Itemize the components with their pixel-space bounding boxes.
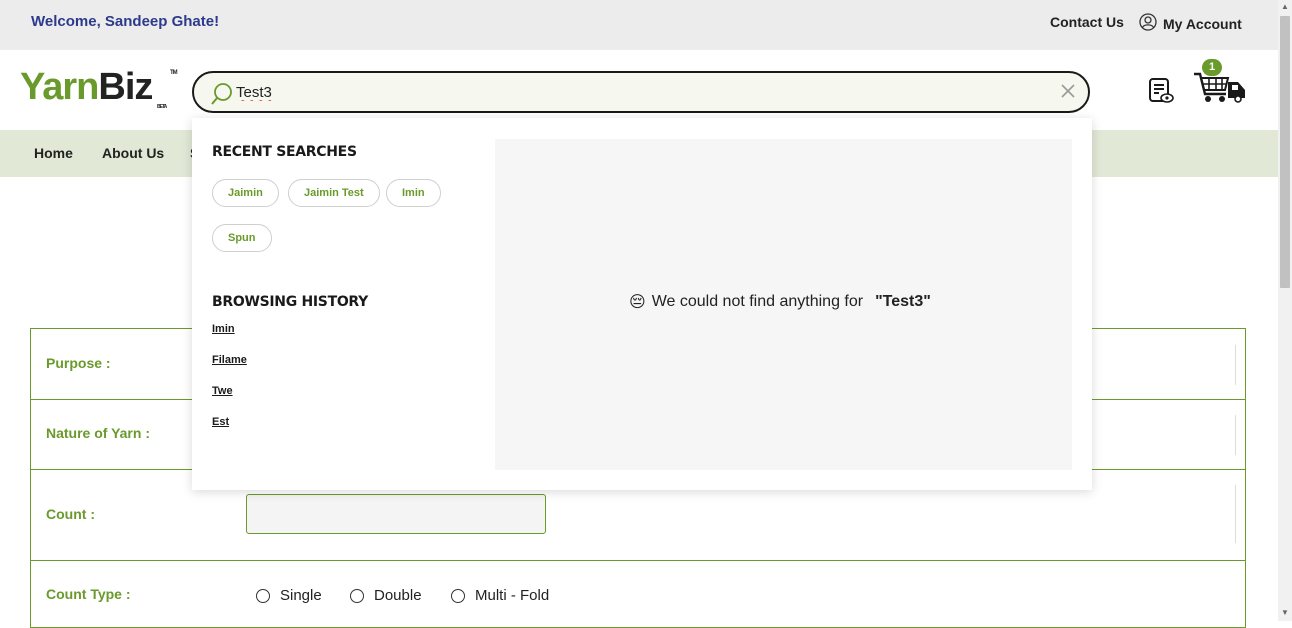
browsing-history-heading: BROWSING HISTORY [212,294,368,310]
nav-item-home[interactable]: Home [34,145,73,161]
user-circle-icon [1139,13,1157,34]
yarnbiz-logo[interactable]: Yarn Biz TM BETA [20,66,178,110]
scrollbar-thumb[interactable] [1280,16,1290,288]
search-suggestions-dropdown: RECENT SEARCHES Jaimin Jaimin Test Imin … [192,118,1092,490]
nav-item-about-us[interactable]: About Us [102,145,164,161]
no-results-message: 😔 We could not find anything for "Test3" [629,292,931,312]
cart-icon[interactable] [1192,70,1248,109]
radio-circle[interactable] [451,588,465,603]
radio-label-single: Single [280,587,322,604]
history-link[interactable]: Twe [212,385,233,397]
logo-part-yarn: Yarn [20,66,99,108]
no-results-query: "Test3" [875,293,931,310]
row-divider [1235,485,1236,543]
purpose-label: Purpose : [46,355,111,371]
radio-label-multi-fold: Multi - Fold [475,587,550,604]
count-type-label: Count Type : [46,586,131,602]
logo-tm: TM [170,70,178,76]
recent-search-chip[interactable]: Spun [212,224,272,252]
history-link[interactable]: Filame [212,354,247,366]
row-divider [1235,415,1236,455]
count-input[interactable] [246,494,546,534]
my-account-label: My Account [1163,15,1242,32]
search-input[interactable] [236,80,1056,104]
logo-part-biz: Biz [98,66,153,108]
recent-searches-heading: RECENT SEARCHES [212,144,357,160]
radio-circle[interactable] [256,588,270,603]
scroll-up-arrow-icon[interactable]: ▲ [1281,2,1289,11]
welcome-text: Welcome, Sandeep Ghate! [31,13,220,30]
radio-label-double: Double [374,587,422,604]
recent-search-chip[interactable]: Jaimin Test [288,179,380,207]
count-type-radio-double[interactable]: Double [350,587,422,604]
page-scrollbar[interactable]: ▲ ▼ [1278,0,1292,621]
no-results-text: We could not find anything for [651,293,864,310]
nature-of-yarn-label: Nature of Yarn : [46,425,150,441]
scroll-down-arrow-icon[interactable]: ▼ [1281,608,1289,617]
clear-search-icon[interactable] [1060,83,1076,104]
search-icon [210,82,234,111]
recent-search-chip[interactable]: Imin [386,179,441,207]
top-bar: Welcome, Sandeep Ghate! Contact Us My Ac… [0,0,1278,50]
contact-us-link[interactable]: Contact Us [1050,14,1124,30]
radio-circle[interactable] [350,588,364,603]
count-type-radio-single[interactable]: Single [256,587,322,604]
logo-beta: BETA [157,104,167,110]
row-divider [1235,345,1236,385]
history-link[interactable]: Imin [212,323,235,335]
recent-search-chip[interactable]: Jaimin [212,179,279,207]
sad-face-icon: 😔 [629,294,646,311]
order-list-icon[interactable] [1148,77,1174,110]
search-bar [192,71,1090,113]
history-link[interactable]: Est [212,416,229,428]
count-label: Count : [46,506,95,522]
search-results-panel: 😔 We could not find anything for "Test3" [495,139,1072,470]
my-account-link[interactable]: My Account [1139,13,1242,34]
cart-count-badge: 1 [1202,59,1222,76]
count-type-radio-multi-fold[interactable]: Multi - Fold [451,587,549,604]
